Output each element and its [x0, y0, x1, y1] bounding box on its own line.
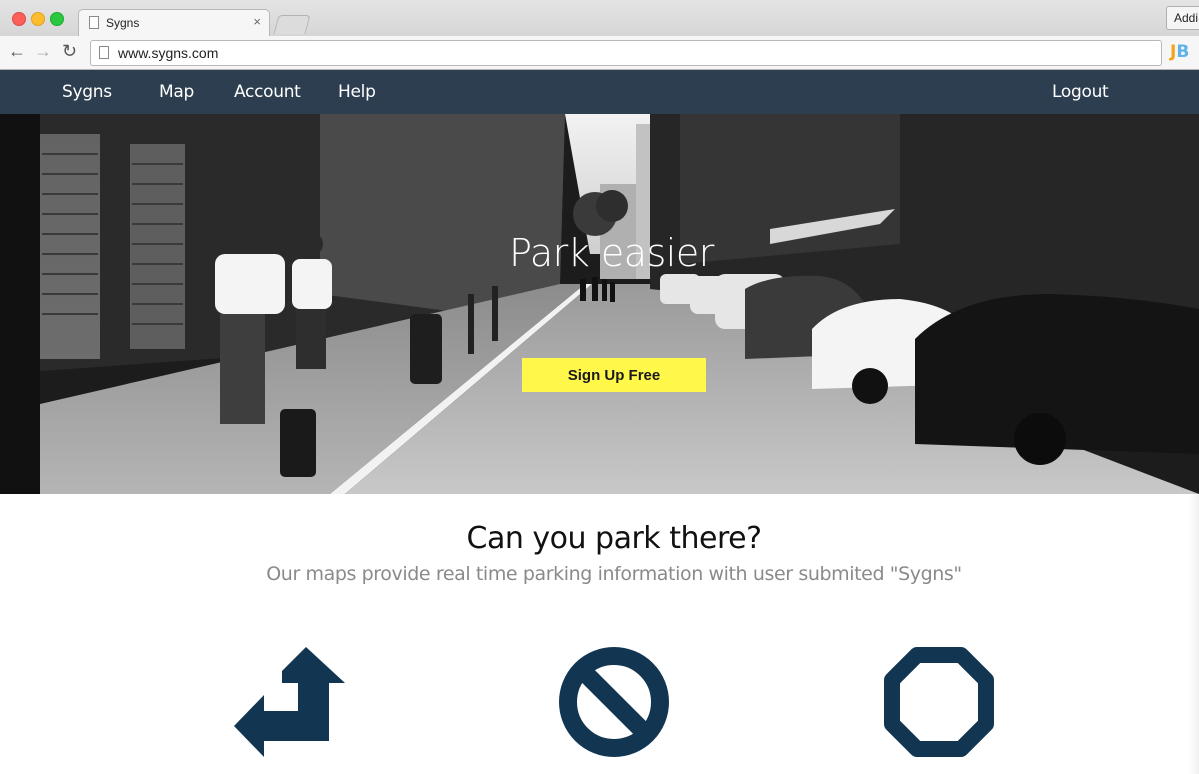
- sign-up-button[interactable]: Sign Up Free: [522, 358, 706, 392]
- browser-tab[interactable]: Sygns ×: [78, 9, 270, 36]
- brand-link[interactable]: Sygns: [62, 82, 112, 102]
- profile-button[interactable]: Addi: [1166, 6, 1199, 30]
- hero-title: Park easier: [509, 231, 714, 275]
- reload-icon[interactable]: ↻: [62, 41, 77, 62]
- tab-close-icon[interactable]: ×: [253, 14, 261, 29]
- logout-link[interactable]: Logout: [1052, 82, 1109, 102]
- minimize-window-icon[interactable]: [31, 12, 45, 26]
- street-photo-image: [0, 114, 1199, 494]
- close-window-icon[interactable]: [12, 12, 26, 26]
- nav-link-account[interactable]: Account: [234, 82, 301, 102]
- browser-toolbar: ← → ↻ www.sygns.com: [0, 36, 1199, 70]
- forward-arrow-icon[interactable]: →: [34, 41, 52, 62]
- no-entry-icon: [559, 647, 669, 757]
- browser-tab-bar: Sygns × Addi: [0, 0, 1199, 36]
- hero-section: Park easier Sign Up Free: [0, 114, 1199, 494]
- stop-octagon-icon: [884, 647, 994, 757]
- extension-icon[interactable]: JB: [1170, 42, 1189, 62]
- nav-link-map[interactable]: Map: [159, 82, 194, 102]
- site-navbar: Sygns Map Account Help Logout: [0, 70, 1199, 114]
- nav-link-help[interactable]: Help: [338, 82, 376, 102]
- scrollbar-track[interactable]: [1188, 494, 1199, 774]
- maximize-window-icon[interactable]: [50, 12, 64, 26]
- new-tab-button[interactable]: [273, 15, 311, 34]
- page-icon: [89, 16, 99, 29]
- address-bar[interactable]: www.sygns.com: [90, 40, 1162, 66]
- back-arrow-icon[interactable]: ←: [8, 41, 26, 62]
- section-heading: Can you park there?: [466, 521, 763, 556]
- page-icon: [99, 46, 109, 59]
- turn-arrow-icon: [234, 647, 345, 757]
- tab-title: Sygns: [106, 16, 140, 30]
- url-text[interactable]: www.sygns.com: [118, 45, 218, 61]
- section-subheading: Our maps provide real time parking infor…: [266, 563, 962, 585]
